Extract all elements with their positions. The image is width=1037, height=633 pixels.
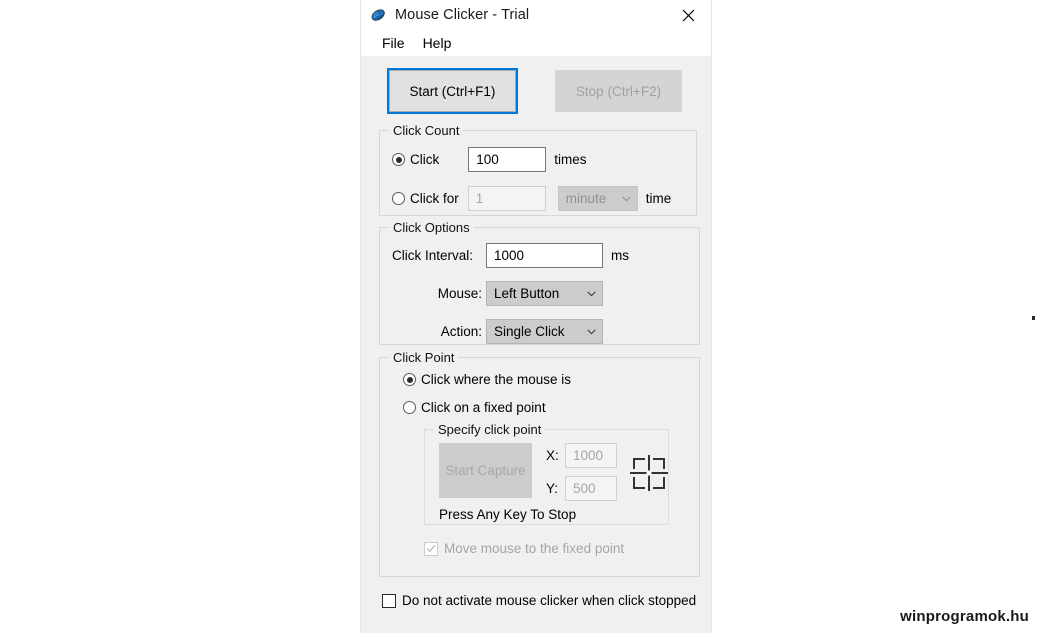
image-artifact-dot bbox=[1032, 316, 1035, 320]
crosshair-target-icon[interactable] bbox=[630, 454, 668, 497]
chevron-down-icon bbox=[587, 291, 596, 297]
click-options-group: Click Options Click Interval: 1000 ms Mo… bbox=[379, 220, 700, 345]
click-interval-input[interactable]: 1000 bbox=[486, 243, 603, 268]
mouse-clicker-window: Mouse Clicker - Trial File Help Start (C… bbox=[360, 0, 712, 633]
menu-item-file[interactable]: File bbox=[373, 33, 414, 53]
click-point-legend: Click Point bbox=[389, 350, 459, 365]
radio-click-fixed-point[interactable] bbox=[403, 401, 416, 414]
click-count-group: Click Count Click 100 times Click for 1 … bbox=[379, 123, 697, 216]
radio-click-for-label[interactable]: Click for bbox=[410, 191, 459, 206]
click-point-group: Click Point Click where the mouse is Cli… bbox=[379, 350, 700, 577]
radio-click-fixed-point-label[interactable]: Click on a fixed point bbox=[421, 400, 546, 415]
control-buttons: Start (Ctrl+F1) Stop (Ctrl+F2) bbox=[361, 56, 711, 114]
action-value: Single Click bbox=[494, 324, 565, 339]
duration-unit-select: minute bbox=[557, 186, 638, 211]
check-icon bbox=[426, 544, 436, 553]
do-not-activate-checkbox[interactable] bbox=[382, 593, 396, 608]
click-interval-label: Click Interval: bbox=[392, 248, 474, 263]
screen: Mouse Clicker - Trial File Help Start (C… bbox=[0, 0, 1037, 633]
title-bar: Mouse Clicker - Trial bbox=[361, 0, 711, 30]
radio-click-where-mouse[interactable] bbox=[403, 373, 416, 386]
action-label: Action: bbox=[440, 324, 482, 339]
specify-click-point-group: Specify click point Start Capture X: 100… bbox=[424, 422, 669, 525]
close-button[interactable] bbox=[665, 0, 711, 30]
menu-bar: File Help bbox=[361, 30, 711, 56]
menu-item-help[interactable]: Help bbox=[414, 33, 461, 53]
close-icon bbox=[682, 9, 694, 21]
y-input: 500 bbox=[565, 476, 617, 501]
watermark: winprogramok.hu bbox=[900, 608, 1029, 625]
mouse-button-value: Left Button bbox=[494, 286, 560, 301]
do-not-activate-label[interactable]: Do not activate mouse clicker when click… bbox=[402, 593, 696, 608]
click-options-legend: Click Options bbox=[389, 220, 474, 235]
client-area: Start (Ctrl+F1) Stop (Ctrl+F2) Click Cou… bbox=[361, 56, 711, 633]
click-duration-input: 1 bbox=[467, 186, 546, 211]
radio-click-where-mouse-label[interactable]: Click where the mouse is bbox=[421, 372, 571, 387]
click-duration-unit-suffix: time bbox=[645, 191, 672, 206]
click-times-unit: times bbox=[554, 152, 587, 167]
specify-click-point-legend: Specify click point bbox=[434, 422, 546, 437]
action-select[interactable]: Single Click bbox=[486, 319, 603, 344]
press-any-key-hint: Press Any Key To Stop bbox=[439, 507, 577, 522]
mouse-button-select[interactable]: Left Button bbox=[486, 281, 603, 306]
move-mouse-label: Move mouse to the fixed point bbox=[444, 541, 625, 556]
radio-click-times[interactable] bbox=[392, 153, 405, 166]
click-interval-unit: ms bbox=[611, 248, 629, 263]
click-count-legend: Click Count bbox=[389, 123, 464, 138]
start-capture-button: Start Capture bbox=[439, 443, 532, 498]
start-button[interactable]: Start (Ctrl+F1) bbox=[387, 68, 518, 114]
window-title: Mouse Clicker - Trial bbox=[395, 7, 530, 23]
y-label: Y: bbox=[546, 481, 559, 496]
move-mouse-checkbox bbox=[424, 541, 438, 556]
mouse-icon bbox=[370, 7, 387, 24]
stop-button: Stop (Ctrl+F2) bbox=[555, 70, 682, 112]
x-label: X: bbox=[546, 448, 559, 463]
x-input: 1000 bbox=[565, 443, 617, 468]
radio-click-for[interactable] bbox=[392, 192, 405, 205]
chevron-down-icon bbox=[622, 196, 631, 202]
click-times-input[interactable]: 100 bbox=[468, 147, 547, 172]
radio-click-times-label[interactable]: Click bbox=[410, 152, 439, 167]
chevron-down-icon bbox=[587, 329, 596, 335]
mouse-label: Mouse: bbox=[437, 286, 482, 301]
duration-unit-value: minute bbox=[565, 191, 607, 206]
